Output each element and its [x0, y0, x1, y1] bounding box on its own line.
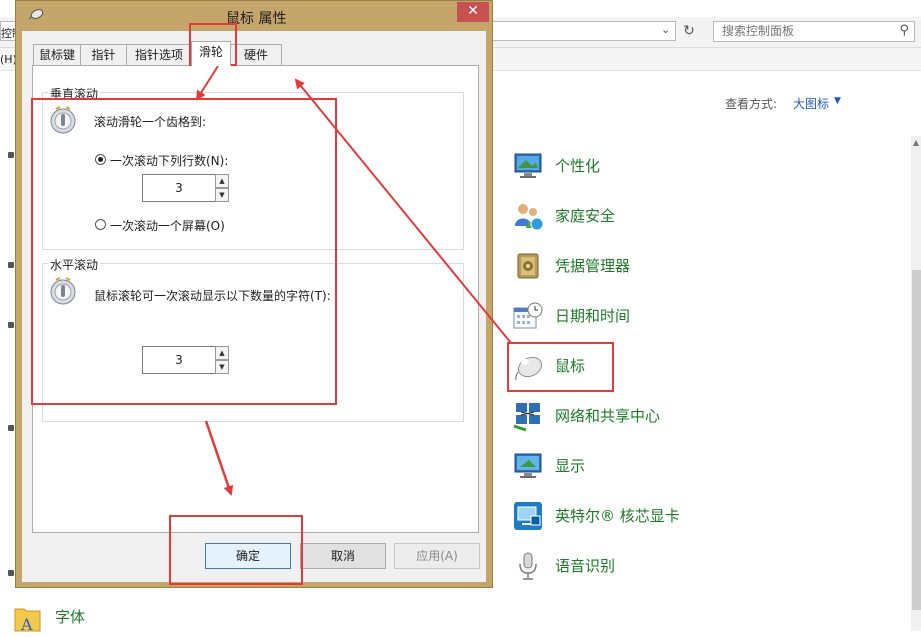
tab-wheel[interactable]: 滑轮 [191, 41, 231, 66]
arrow-to-scroll-settings [195, 65, 219, 101]
arrow-mouse-to-wheel-tab [294, 78, 512, 344]
arrow-to-ok-button [204, 420, 234, 496]
annotation-arrows [195, 65, 512, 496]
